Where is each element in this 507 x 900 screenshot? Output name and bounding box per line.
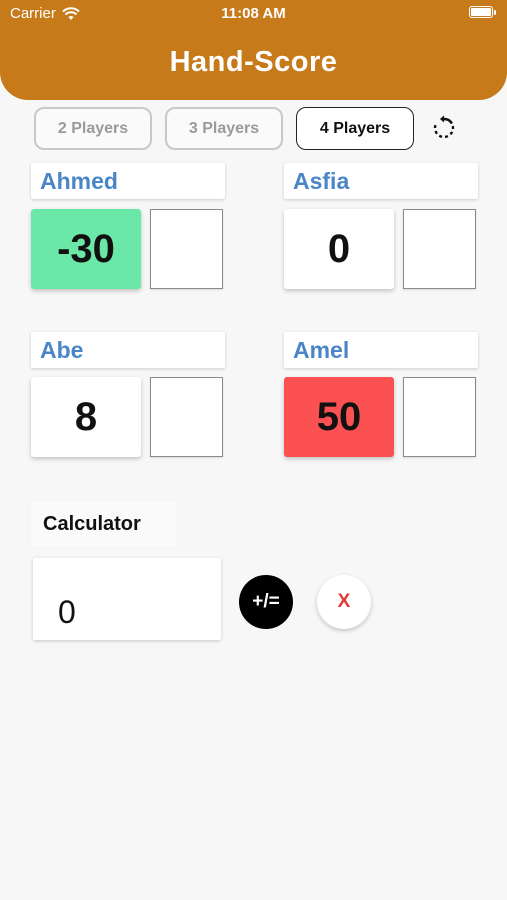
clear-button[interactable]: X (317, 575, 371, 629)
player-score-input[interactable] (150, 377, 223, 457)
player-name: Amel (293, 336, 350, 363)
player-name-card: Abe (31, 332, 225, 368)
player-name: Abe (40, 336, 84, 363)
calculator-input[interactable]: 0 (33, 558, 221, 640)
refresh-icon (433, 115, 455, 139)
player-score-card: 0 (284, 209, 394, 289)
two-players-button[interactable]: 2 Players (34, 107, 152, 150)
player-name-card: Ahmed (31, 163, 225, 199)
player-score-card: -30 (31, 209, 141, 289)
status-time: 11:08 AM (221, 5, 286, 22)
player-score-input[interactable] (403, 209, 476, 289)
player-score: -30 (57, 226, 115, 271)
plus-equals-button[interactable]: +/= (239, 575, 293, 629)
player-score: 0 (327, 226, 351, 271)
three-players-button[interactable]: 3 Players (165, 107, 283, 150)
app-bar: Carrier 11:08 AM Hand-Score (0, 0, 507, 100)
player-name-card: Asfia (284, 163, 478, 199)
reset-button[interactable] (431, 115, 457, 141)
four-players-button[interactable]: 4 Players (296, 107, 414, 150)
calculator-value: 0 (58, 594, 76, 630)
player-score-card: 50 (284, 377, 394, 457)
player-score: 8 (74, 394, 98, 439)
calculator-label: Calculator (31, 502, 176, 546)
battery-icon (469, 6, 496, 18)
player-score-card: 8 (31, 377, 141, 457)
player-score-input[interactable] (403, 377, 476, 457)
player-name-card: Amel (284, 332, 478, 368)
player-score-input[interactable] (150, 209, 223, 289)
status-bar: Carrier 11:08 AM (0, 5, 507, 25)
player-name: Ahmed (40, 167, 118, 194)
player-name: Asfia (293, 167, 350, 194)
player-score: 50 (316, 394, 362, 439)
page-title: Hand-Score (169, 46, 338, 78)
